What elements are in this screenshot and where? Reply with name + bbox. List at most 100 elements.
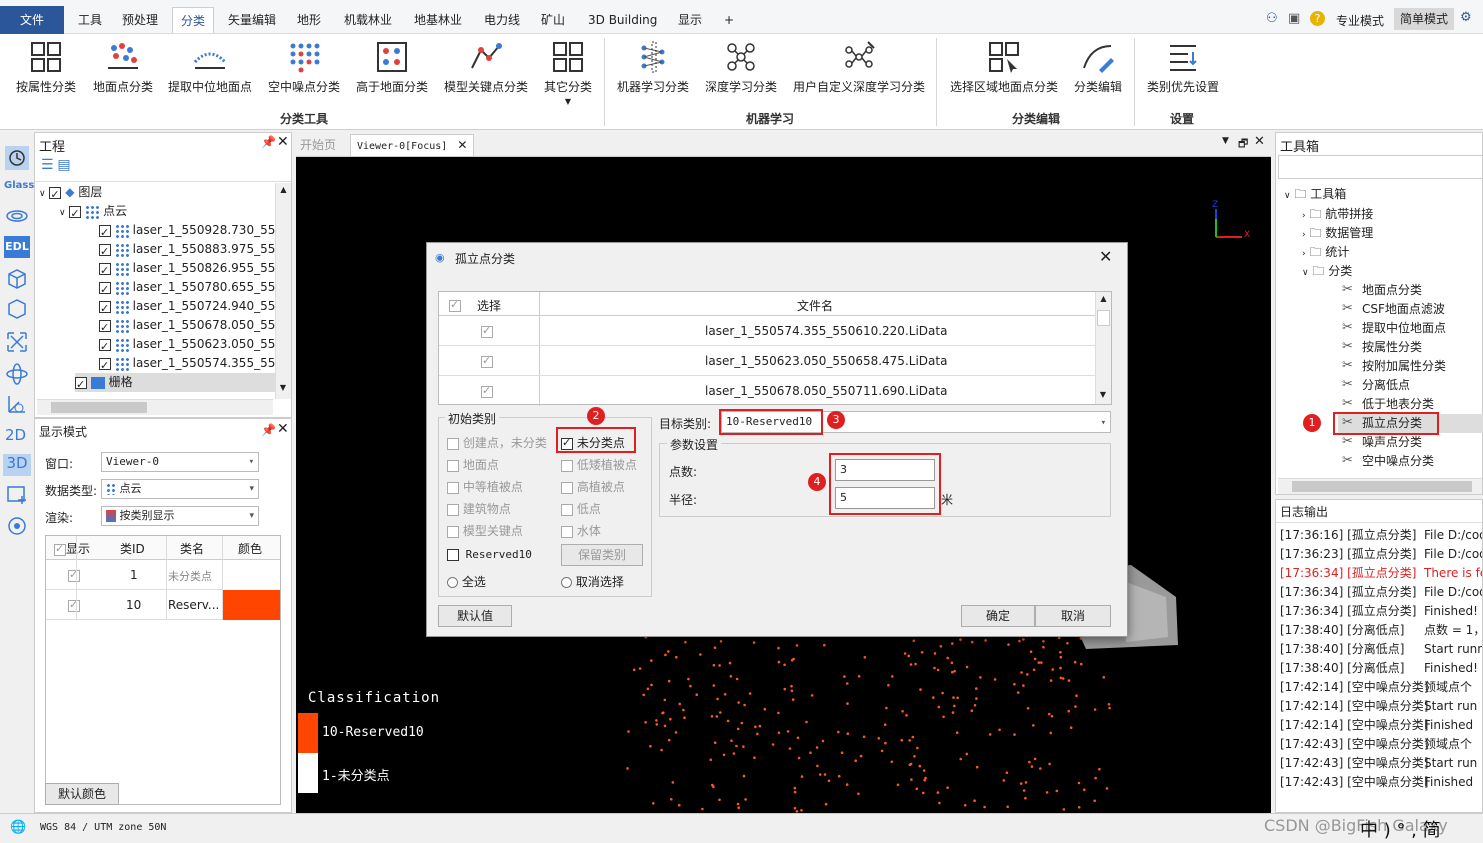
toolbox-item[interactable]: › 🗀 数据管理: [1302, 224, 1373, 243]
class-option-reserved10[interactable]: Reserved10: [447, 548, 532, 561]
row-color-swatch[interactable]: [222, 560, 280, 590]
toolbox-item[interactable]: ∨ 🗀 分类: [1302, 262, 1352, 281]
class-option[interactable]: 低点: [561, 500, 601, 517]
tab-tools[interactable]: 工具: [74, 7, 106, 33]
tab-start-page[interactable]: 开始页: [300, 136, 336, 153]
tab-display[interactable]: 显示: [674, 7, 706, 33]
file-menu[interactable]: 文件: [0, 6, 64, 34]
rotate-icon[interactable]: [5, 362, 29, 386]
class-option[interactable]: 高植被点: [561, 478, 625, 495]
class-option[interactable]: 模型关键点: [447, 522, 523, 539]
tool-item[interactable]: CSF地面点滤波: [1342, 299, 1445, 319]
tree-row-file[interactable]: laser_1_550678.050_550: [99, 316, 275, 335]
raster-checkbox[interactable]: [75, 375, 87, 392]
close-icon[interactable]: ✕: [277, 134, 289, 150]
window-select[interactable]: Viewer-0 ▾: [101, 452, 259, 472]
toolbox-item[interactable]: › 🗀 航带拼接: [1302, 205, 1373, 224]
tool-item[interactable]: 提取中位地面点: [1342, 318, 1446, 338]
glass-label[interactable]: Glass: [4, 180, 34, 191]
file-checkbox[interactable]: [99, 242, 111, 259]
close-icon[interactable]: ✕: [1254, 134, 1265, 149]
cube-icon[interactable]: [5, 266, 29, 290]
expand-icon[interactable]: [5, 330, 29, 354]
default-color-button[interactable]: 默认颜色: [45, 783, 119, 805]
table-row[interactable]: laser_1_550623.050_550658.475.LiData: [439, 346, 1095, 376]
classify-edit-button[interactable]: 分类编辑: [1070, 38, 1126, 98]
close-icon[interactable]: ✕: [277, 421, 289, 437]
tab-powerline[interactable]: 电力线: [480, 7, 524, 33]
toolbox-root[interactable]: ∨ 🗀 工具箱: [1284, 185, 1346, 204]
machine-learning-classify-button[interactable]: 机器学习分类: [612, 38, 694, 98]
other-classify-button[interactable]: 其它分类 ▼: [540, 38, 596, 106]
settings-icon[interactable]: ⚙: [1460, 10, 1472, 25]
tree-row-layers[interactable]: ∨ ◆ 图层: [39, 183, 102, 203]
dropdown-icon[interactable]: ▼: [1222, 136, 1229, 146]
tree-row-pointcloud[interactable]: ∨ 点云: [59, 202, 127, 222]
toolbox-item[interactable]: › 🗀 统计: [1302, 243, 1349, 262]
extract-median-ground-button[interactable]: 提取中位地面点: [164, 38, 256, 98]
tab-terrain[interactable]: 地形: [293, 7, 325, 33]
tree-row-file[interactable]: laser_1_550780.655_550: [99, 278, 275, 297]
air-noise-classify-button[interactable]: 空中噪点分类: [264, 38, 344, 98]
file-checkbox[interactable]: [99, 318, 111, 335]
above-ground-classify-button[interactable]: 高于地面分类: [352, 38, 432, 98]
axis-icon[interactable]: [5, 392, 29, 416]
table-row[interactable]: laser_1_550574.355_550610.220.LiData: [439, 316, 1095, 346]
simple-mode-button[interactable]: 简单模式: [1394, 8, 1454, 30]
file-table-scrollbar[interactable]: ▲ ▼: [1095, 292, 1111, 404]
deep-learning-classify-button[interactable]: 深度学习分类: [700, 38, 782, 98]
toolbox-scrollbar-h[interactable]: [1278, 478, 1482, 494]
layers-icon[interactable]: ☰: [41, 157, 54, 173]
select-all-files-checkbox[interactable]: [449, 298, 461, 312]
tab-preprocess[interactable]: 预处理: [118, 7, 162, 33]
pin-icon[interactable]: 📌: [261, 135, 276, 149]
box-icon[interactable]: [5, 296, 29, 320]
toolbox-search-input[interactable]: [1278, 155, 1483, 179]
close-icon[interactable]: ✕: [1099, 247, 1112, 266]
tool-item[interactable]: 按附加属性分类: [1342, 356, 1446, 376]
deselect-radio[interactable]: 取消选择: [561, 573, 624, 590]
tab-ground-forestry[interactable]: 地基林业: [410, 7, 466, 33]
tab-airborne-forestry[interactable]: 机载林业: [340, 7, 396, 33]
select-area-ground-button[interactable]: 选择区域地面点分类: [946, 38, 1062, 98]
custom-deep-learning-button[interactable]: 用户自定义深度学习分类: [790, 38, 928, 98]
row-checkbox[interactable]: [481, 384, 493, 398]
default-value-button[interactable]: 默认值: [438, 605, 512, 627]
tree-row-file[interactable]: laser_1_550883.975_550: [99, 240, 275, 259]
clock-icon[interactable]: [5, 146, 29, 170]
classify-by-attribute-button[interactable]: 按属性分类: [10, 38, 82, 98]
window-icon[interactable]: ▣: [1288, 11, 1300, 26]
class-option[interactable]: 创建点，未分类: [447, 434, 547, 451]
class-option[interactable]: 建筑物点: [447, 500, 511, 517]
view-2d-button[interactable]: 2D: [5, 426, 26, 444]
ok-button[interactable]: 确定: [961, 605, 1035, 627]
tree-row-file[interactable]: laser_1_550574.355_550: [99, 354, 275, 373]
tool-item[interactable]: 空中噪点分类: [1342, 451, 1434, 471]
help-icon[interactable]: ?: [1310, 11, 1325, 26]
stack-icon[interactable]: ▤: [57, 157, 70, 173]
cancel-button[interactable]: 取消: [1035, 605, 1111, 627]
row-color-swatch[interactable]: [222, 590, 280, 620]
tab-classify[interactable]: 分类: [172, 7, 215, 33]
tool-item[interactable]: 噪声点分类: [1342, 432, 1422, 452]
datatype-select[interactable]: 点云 ▾: [101, 479, 259, 499]
rings-icon[interactable]: [5, 204, 29, 228]
chevron-down-icon[interactable]: ∨: [39, 189, 46, 199]
keep-class-button[interactable]: 保留类别: [561, 544, 643, 566]
view-3d-button[interactable]: 3D: [3, 454, 31, 476]
class-option[interactable]: 地面点: [447, 456, 499, 473]
row-checkbox[interactable]: [481, 354, 493, 368]
add-view-icon[interactable]: [5, 482, 29, 506]
class-option[interactable]: 水体: [561, 522, 601, 539]
tree-row-file[interactable]: laser_1_550826.955_550: [99, 259, 275, 278]
ground-point-classify-button[interactable]: 地面点分类: [88, 38, 158, 98]
select-all-radio[interactable]: 全选: [447, 573, 486, 590]
user-icon[interactable]: ⚇: [1266, 11, 1278, 26]
layers-checkbox[interactable]: [49, 185, 62, 202]
tool-item[interactable]: 地面点分类: [1342, 280, 1422, 300]
pro-mode-button[interactable]: 专业模式: [1336, 12, 1384, 29]
class-priority-button[interactable]: 类别优先设置: [1144, 38, 1222, 98]
row-checkbox[interactable]: [68, 568, 80, 582]
restore-icon[interactable]: 🗗: [1238, 135, 1248, 154]
project-scrollbar-v[interactable]: ▲ ▼: [275, 183, 291, 399]
